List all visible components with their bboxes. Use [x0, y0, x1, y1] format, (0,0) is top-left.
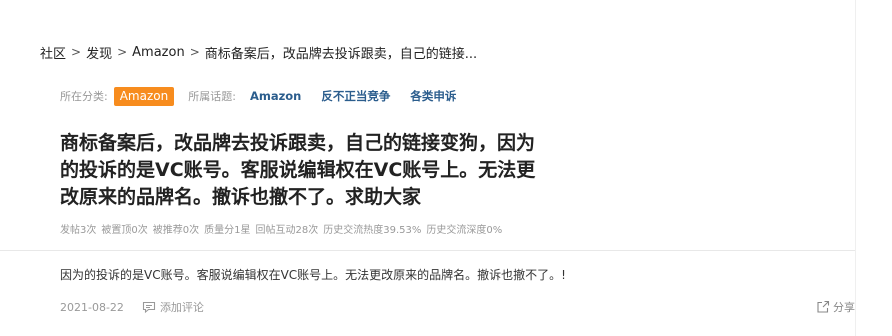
stat-interactions: 回帖互动28次	[255, 225, 319, 236]
author-stats: 发帖3次 被置顶0次 被推荐0次 质量分1星 回帖互动28次 历史交流热度39.…	[60, 221, 507, 236]
share-icon	[817, 300, 830, 313]
stat-recommended: 被推荐0次	[152, 225, 200, 236]
content-border	[855, 0, 856, 336]
breadcrumb-current: 商标备案后，改品牌去投诉跟卖，自己的链接...	[204, 46, 478, 62]
chevron-right-icon: >	[117, 45, 128, 59]
topic-amazon[interactable]: Amazon	[250, 89, 301, 103]
post-date: 2021-08-22	[60, 300, 124, 314]
post-body: 因为的投诉的是VC账号。客服说编辑权在VC账号上。无法更改原来的品牌名。撤诉也撤…	[60, 268, 566, 282]
post-meta: 所在分类: Amazon 所属话题: Amazon 反不正当竞争 各类申诉	[60, 86, 456, 106]
add-comment-button[interactable]: 添加评论	[142, 299, 204, 315]
share-label: 分享	[833, 301, 855, 314]
breadcrumb-community[interactable]: 社区	[40, 43, 66, 62]
breadcrumb-discover[interactable]: 发现	[86, 43, 112, 62]
category-tag[interactable]: Amazon	[113, 86, 175, 106]
chevron-right-icon: >	[189, 45, 200, 59]
chevron-right-icon: >	[71, 45, 82, 59]
stat-depth: 历史交流深度0%	[426, 225, 503, 236]
post-title-line: 的投诉的是VC账号。客服说编辑权在VC账号上。无法更	[60, 159, 536, 181]
topics-label: 所属话题:	[188, 90, 236, 103]
stat-posts: 发帖3次	[60, 225, 97, 236]
topic-unfair-competition[interactable]: 反不正当竞争	[321, 88, 390, 104]
category-label: 所在分类:	[60, 90, 108, 103]
post-footer: 2021-08-22 添加评论 分享	[60, 298, 855, 316]
divider	[0, 250, 855, 251]
post-title: 商标备案后，改品牌去投诉跟卖，自己的链接变狗，因为 的投诉的是VC账号。客服说编…	[60, 130, 580, 211]
topic-appeals[interactable]: 各类申诉	[410, 88, 456, 104]
breadcrumb-amazon[interactable]: Amazon	[132, 45, 185, 60]
stat-quality: 质量分1星	[204, 225, 251, 236]
stat-heat: 历史交流热度39.53%	[323, 225, 422, 236]
post-title-line: 商标备案后，改品牌去投诉跟卖，自己的链接变狗，因为	[60, 132, 536, 154]
comment-icon	[142, 301, 155, 313]
share-button[interactable]: 分享	[816, 299, 855, 315]
stat-pinned: 被置顶0次	[101, 225, 148, 236]
breadcrumb: 社区 > 发现 > Amazon > 商标备案后，改品牌去投诉跟卖，自己的链接.…	[40, 42, 477, 62]
add-comment-label: 添加评论	[159, 301, 204, 314]
post-title-line: 改原来的品牌名。撤诉也撤不了。求助大家	[60, 186, 422, 208]
